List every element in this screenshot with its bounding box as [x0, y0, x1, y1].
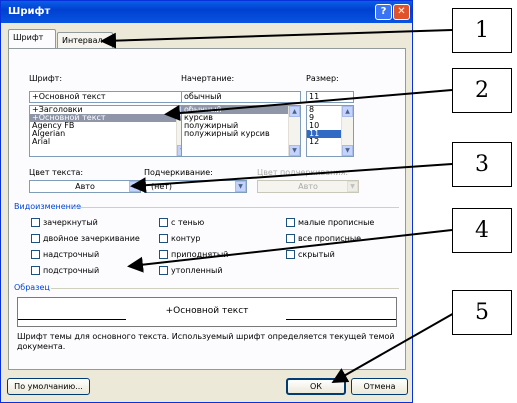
callout-1: 1 [452, 8, 512, 53]
arrow-3 [130, 163, 453, 194]
callout-4: 4 [452, 208, 512, 253]
arrow-1 [100, 29, 453, 49]
arrow-2 [164, 89, 453, 121]
callout-2: 2 [452, 68, 512, 113]
arrow-5 [331, 311, 457, 383]
callout-5: 5 [452, 290, 512, 335]
arrow-4 [127, 229, 453, 273]
callout-arrows [100, 29, 457, 383]
callout-3: 3 [452, 142, 512, 187]
